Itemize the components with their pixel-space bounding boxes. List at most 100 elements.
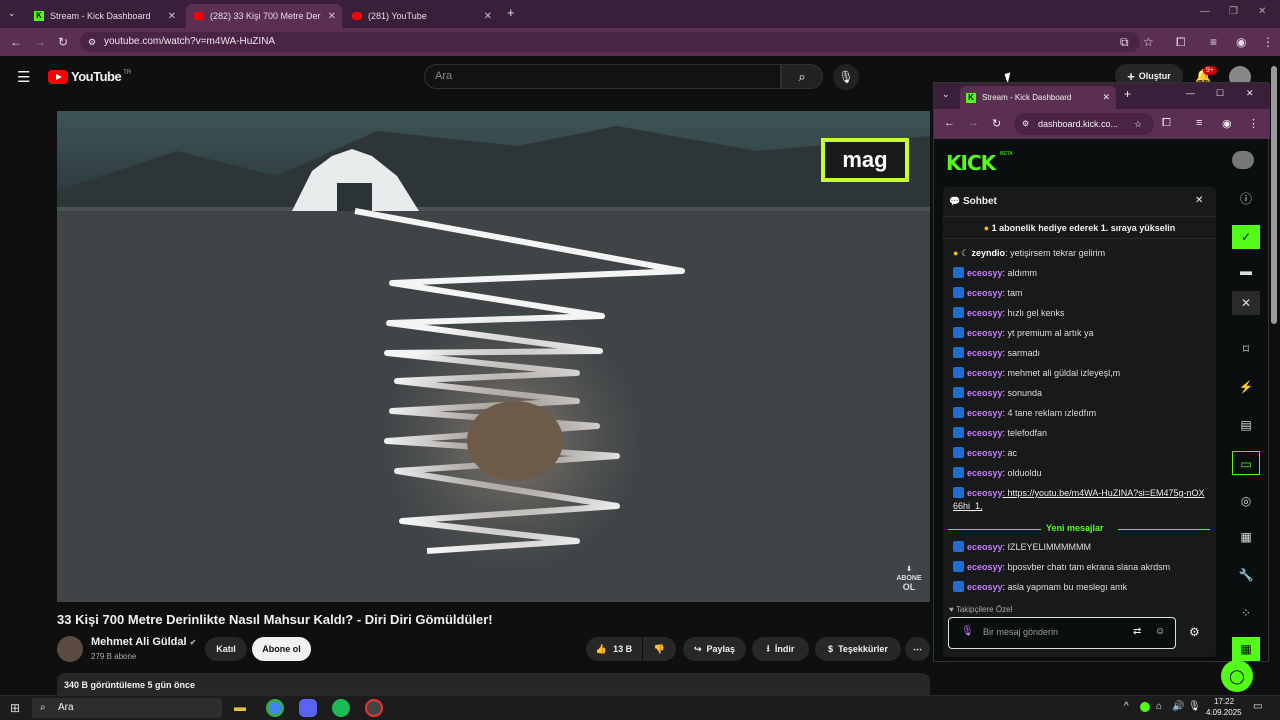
chat-message[interactable]: eceosyy: mehmet ali güldal izleyeşl,m — [953, 367, 1208, 380]
close-icon[interactable]: ✕ — [328, 11, 336, 22]
close-icon[interactable]: ✕ — [168, 11, 176, 22]
chat-message[interactable]: eceosyy: hızlı gel kenks — [953, 307, 1208, 320]
menu-icon[interactable]: ⋮ — [1248, 117, 1259, 130]
forward-icon[interactable]: → — [34, 35, 46, 49]
close-chat-icon[interactable]: ✕ — [1195, 195, 1203, 206]
search-icon[interactable]: ⌕ — [781, 64, 823, 89]
close-window-button[interactable]: ✕ — [1246, 88, 1254, 99]
chat-message[interactable]: eceosyy: sonunda — [953, 387, 1208, 400]
tab-search-button[interactable]: ⌄ — [8, 8, 16, 19]
chat-message[interactable]: eceosyy: telefodfan — [953, 427, 1208, 440]
chat-message[interactable]: eceosyy: tam — [953, 287, 1208, 300]
back-icon[interactable]: ← — [10, 35, 22, 49]
microphone-icon[interactable]: 🎙 — [833, 64, 859, 90]
channel-name[interactable]: Mehmet Ali Güldal ✔ — [91, 636, 196, 648]
like-button[interactable]: 👍 13 B — [586, 637, 642, 661]
layout-icon[interactable]: ▬ — [1232, 259, 1260, 283]
bookmark-star-icon[interactable]: ☆ — [1134, 113, 1142, 135]
tray-chevron-icon[interactable]: ^ — [1124, 701, 1129, 712]
chat-message[interactable]: eceosyy: bposvber chatı tam ekrana slana… — [953, 561, 1208, 574]
emoji-icon[interactable]: ☺ — [1155, 626, 1165, 637]
extensions-icon[interactable]: ⧠ — [1162, 117, 1171, 130]
video-player[interactable]: mag ⬇ ABONE OL — [57, 111, 930, 602]
broadcast-icon[interactable]: ◎ — [1232, 489, 1260, 513]
tab-kick-dashboard[interactable]: K Stream - Kick Dashboard ✕ — [26, 4, 182, 28]
subscribe-button[interactable]: Abone ol — [252, 637, 311, 661]
microphone-icon[interactable]: 🎙 — [961, 626, 974, 637]
dislike-button[interactable]: 👎 — [643, 637, 676, 661]
network-icon[interactable]: ⌂ — [1156, 701, 1162, 712]
site-info-icon[interactable]: ⚙ — [88, 32, 96, 52]
media-controls-icon[interactable]: ≡ — [1210, 35, 1217, 49]
youtube-logo[interactable]: YouTube TR — [48, 69, 131, 84]
maximize-button[interactable]: ☐ — [1216, 88, 1224, 99]
tab-youtube-home[interactable]: (281) YouTube ✕ — [344, 4, 498, 28]
search-input[interactable]: Ara — [424, 64, 781, 89]
chat-message[interactable]: eceosyy: asla yapmam bu meslegı amk — [953, 581, 1208, 594]
chrome-icon[interactable] — [266, 699, 284, 717]
chat-message[interactable]: eceosyy: sarmadı — [953, 347, 1208, 360]
chat-message[interactable]: ● ☾ zeyndio: yetişirsem tekrar gelirim — [953, 247, 1208, 260]
address-bar[interactable]: ⚙ dashboard.kick.co... ☆ — [1014, 113, 1154, 135]
join-button[interactable]: Katıl — [205, 637, 247, 661]
browser-icon[interactable] — [365, 699, 383, 717]
chat-message[interactable]: eceosyy: IZLEYELIMMMMMM — [953, 541, 1208, 554]
user-avatar[interactable] — [1232, 151, 1254, 169]
back-icon[interactable]: ← — [944, 117, 955, 129]
more-actions-button[interactable]: ⋯ — [905, 637, 930, 661]
page-scrollbar[interactable] — [1271, 66, 1277, 324]
close-icon[interactable]: ✕ — [484, 11, 492, 22]
info-icon[interactable]: ⓘ — [1232, 187, 1260, 211]
close-window-button[interactable]: ✕ — [1258, 6, 1266, 17]
install-icon[interactable]: ⧉ — [1120, 35, 1129, 50]
file-explorer-icon[interactable]: ▬ — [234, 700, 246, 714]
share-button[interactable]: ↪ Paylaş — [683, 637, 746, 661]
chat-settings-icon[interactable]: ⚙ — [1189, 625, 1200, 639]
new-tab-button[interactable]: + — [1124, 87, 1131, 101]
calculator-icon[interactable]: ▦ — [1232, 637, 1260, 661]
apps-icon[interactable]: ⁘ — [1232, 601, 1260, 625]
profile-icon[interactable]: ◉ — [1222, 117, 1232, 130]
close-icon[interactable]: ✕ — [1102, 92, 1110, 103]
channel-avatar[interactable] — [57, 636, 83, 662]
chat-icon[interactable]: ▭ — [1232, 451, 1260, 475]
close-icon[interactable]: ✕ — [1232, 291, 1260, 315]
volume-icon[interactable]: 🔊 — [1172, 701, 1184, 712]
notification-center-icon[interactable]: ▭ — [1253, 701, 1262, 712]
clock-date[interactable]: 4.09.2025 — [1206, 708, 1242, 717]
discord-icon[interactable] — [299, 699, 317, 717]
windows-start-icon[interactable]: ⊞ — [10, 701, 20, 715]
lightning-icon[interactable]: ⚡ — [1232, 375, 1260, 399]
pinned-banner[interactable]: ● 1 abonelik hediye ederek 1. sıraya yük… — [943, 217, 1216, 239]
subscribe-watermark[interactable]: ⬇ ABONE OL — [895, 565, 923, 592]
menu-icon[interactable]: ⋮ — [1262, 35, 1274, 49]
focus-icon[interactable]: ⌑ — [1232, 337, 1260, 361]
layers-icon[interactable]: ▦ — [1232, 525, 1260, 549]
chat-message[interactable]: eceosyy: yt premium al artık ya — [953, 327, 1208, 340]
profile-icon[interactable]: ◉ — [1236, 35, 1246, 49]
thanks-button[interactable]: $ Teşekkürler — [815, 637, 901, 661]
translate-icon[interactable]: ⇄ — [1133, 626, 1141, 637]
minimize-button[interactable]: — — [1186, 88, 1195, 98]
reload-icon[interactable]: ↻ — [992, 117, 1001, 130]
bookmark-star-icon[interactable]: ☆ — [1143, 35, 1154, 49]
address-bar[interactable]: ⚙ youtube.com/watch?v=m4WA-HuZINA — [80, 32, 1140, 52]
clock-time[interactable]: 17:22 — [1214, 697, 1234, 706]
media-controls-icon[interactable]: ≡ — [1196, 117, 1202, 129]
extensions-icon[interactable]: ⧠ — [1176, 35, 1186, 50]
spotify-icon[interactable] — [332, 699, 350, 717]
download-button[interactable]: ⭳ İndir — [752, 637, 809, 661]
chat-message[interactable]: eceosyy: ac — [953, 447, 1208, 460]
chat-message[interactable]: eceosyy: 4 tane reklam ızledfım — [953, 407, 1208, 420]
taskbar-search[interactable]: ⌕ Ara — [32, 698, 222, 718]
chat-message[interactable]: eceosyy: aldımm — [953, 267, 1208, 280]
chat-message-input[interactable]: 🎙 Bir mesaj gönderin ⇄ ☺ — [948, 617, 1176, 649]
check-icon[interactable]: ✓ — [1232, 225, 1260, 249]
minimize-button[interactable]: — — [1200, 6, 1210, 17]
forward-icon[interactable]: → — [968, 117, 979, 129]
tab-search-button[interactable]: ⌄ — [942, 89, 950, 100]
reload-icon[interactable]: ↻ — [58, 35, 68, 49]
tab-kick-dashboard[interactable]: K Stream - Kick Dashboard ✕ — [960, 86, 1116, 109]
wrench-icon[interactable]: 🔧 — [1232, 563, 1260, 587]
document-icon[interactable]: ▤ — [1232, 413, 1260, 437]
